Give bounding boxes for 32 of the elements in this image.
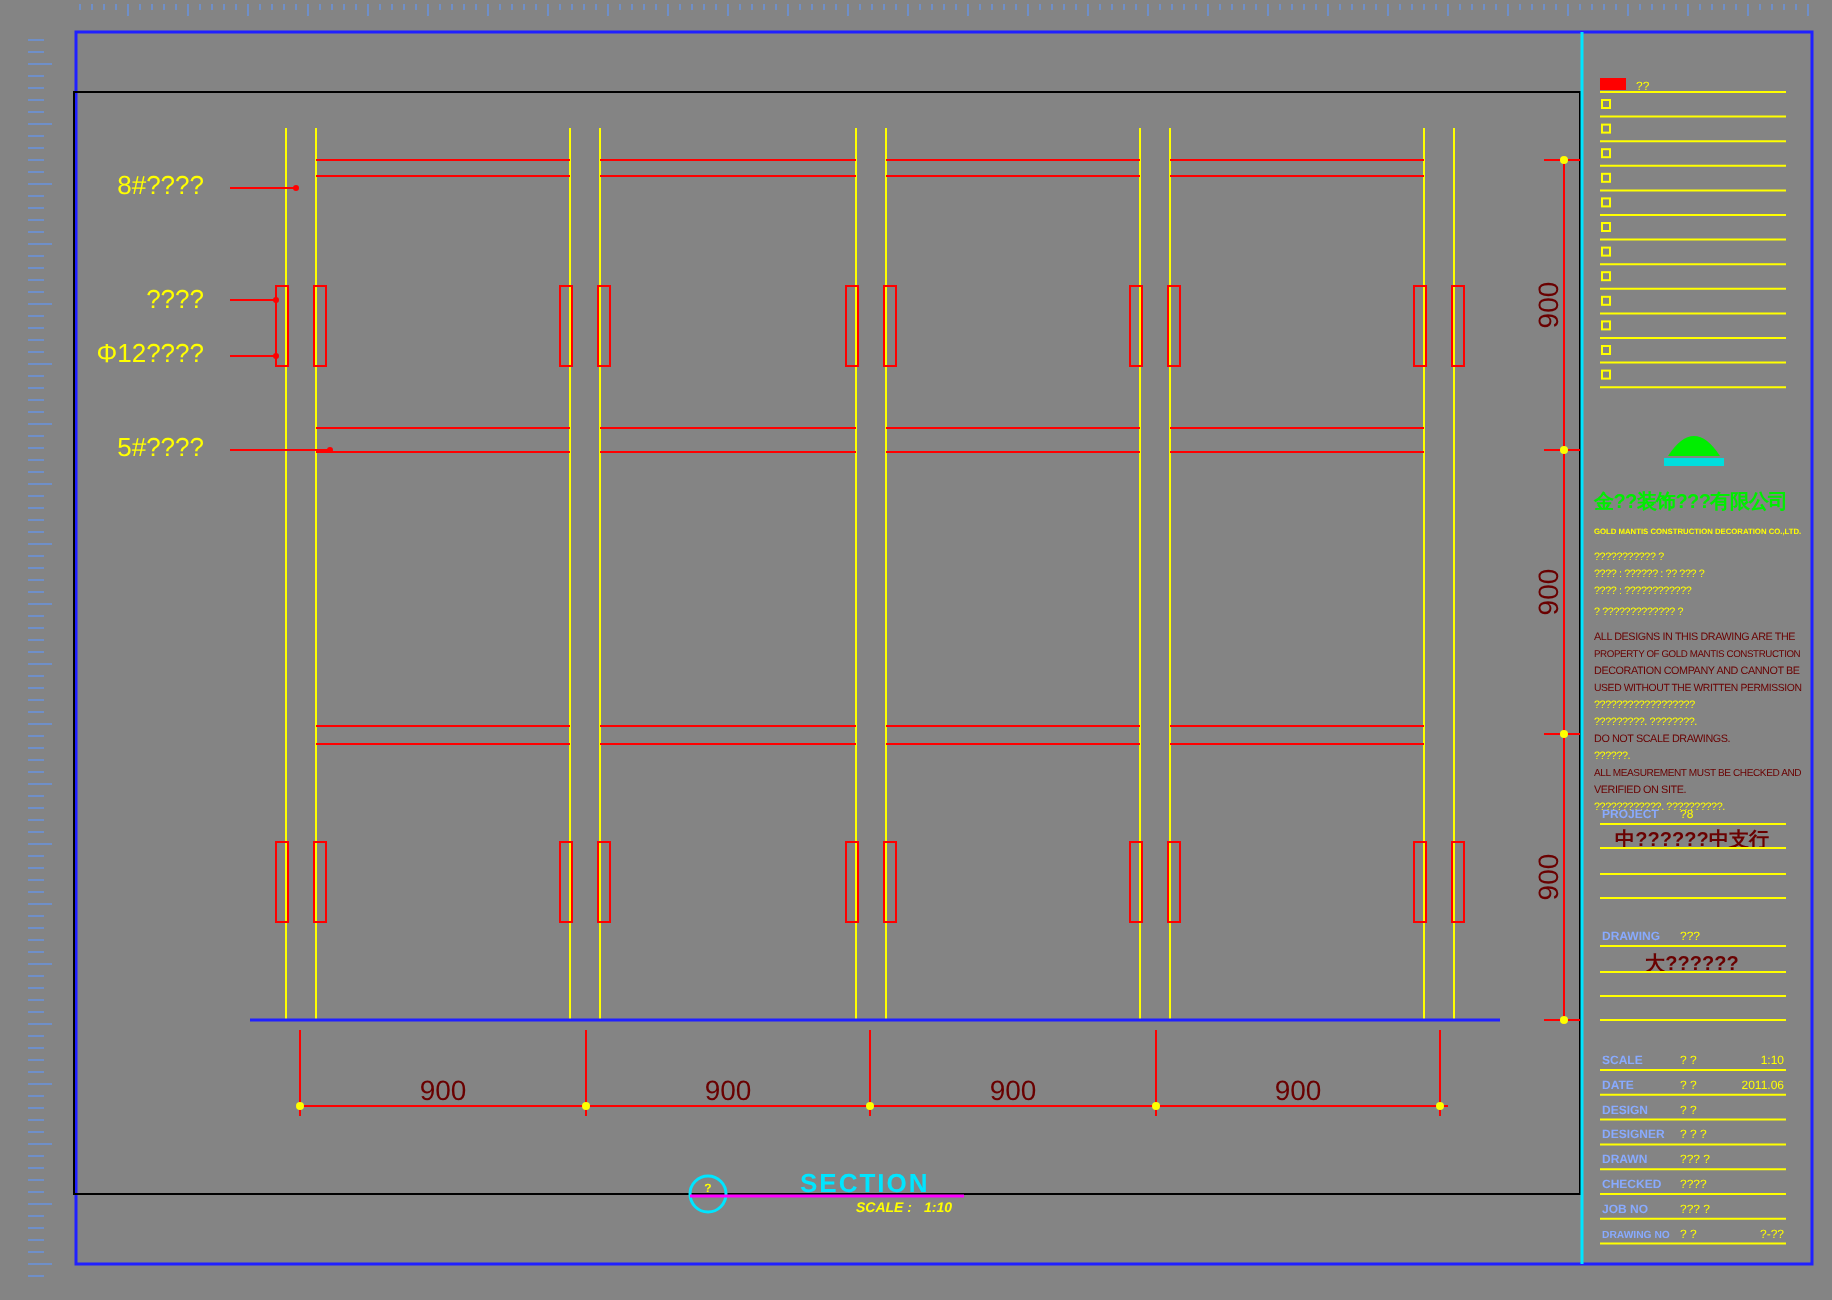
rail-label: ???? (146, 284, 204, 314)
section-marker-icon (688, 1174, 728, 1214)
dimension-text: 900 (989, 1074, 1037, 1106)
revision-box-icon (1601, 320, 1611, 331)
rail-label: 5#???? (117, 432, 204, 462)
section-title: SECTION (800, 1168, 930, 1198)
revision-box-icon (1601, 99, 1611, 109)
revision-box-icon (1601, 271, 1611, 282)
revision-box-icon (1601, 172, 1611, 183)
revision-box-icon (1601, 246, 1611, 257)
dimension-text: 900 (1532, 853, 1564, 901)
leader-line (229, 447, 333, 453)
revision-box-icon (1601, 123, 1611, 134)
revision-box-icon (1601, 345, 1611, 355)
dimension-text: 900 (1274, 1074, 1322, 1106)
company-logo (1664, 436, 1724, 466)
header-tag (1600, 78, 1626, 90)
revision-box-icon (1601, 369, 1611, 380)
company-name: 金??装饰???有限公司 (1594, 492, 1788, 514)
revision-box-icon (1601, 222, 1611, 232)
dimension-text: 900 (704, 1074, 752, 1106)
dimension-text: 900 (419, 1074, 467, 1106)
leader-line (229, 297, 279, 303)
rail-label: 8#???? (117, 170, 204, 200)
leader-line (229, 353, 279, 359)
leader-line (229, 185, 299, 191)
revision-box-icon (1601, 148, 1611, 159)
revision-box-icon (1601, 295, 1611, 306)
revision-box-icon (1601, 197, 1611, 208)
dimension-text: 900 (1532, 568, 1564, 616)
rail-label: Φ12???? (96, 338, 204, 368)
dimension-text: 900 (1532, 281, 1564, 329)
